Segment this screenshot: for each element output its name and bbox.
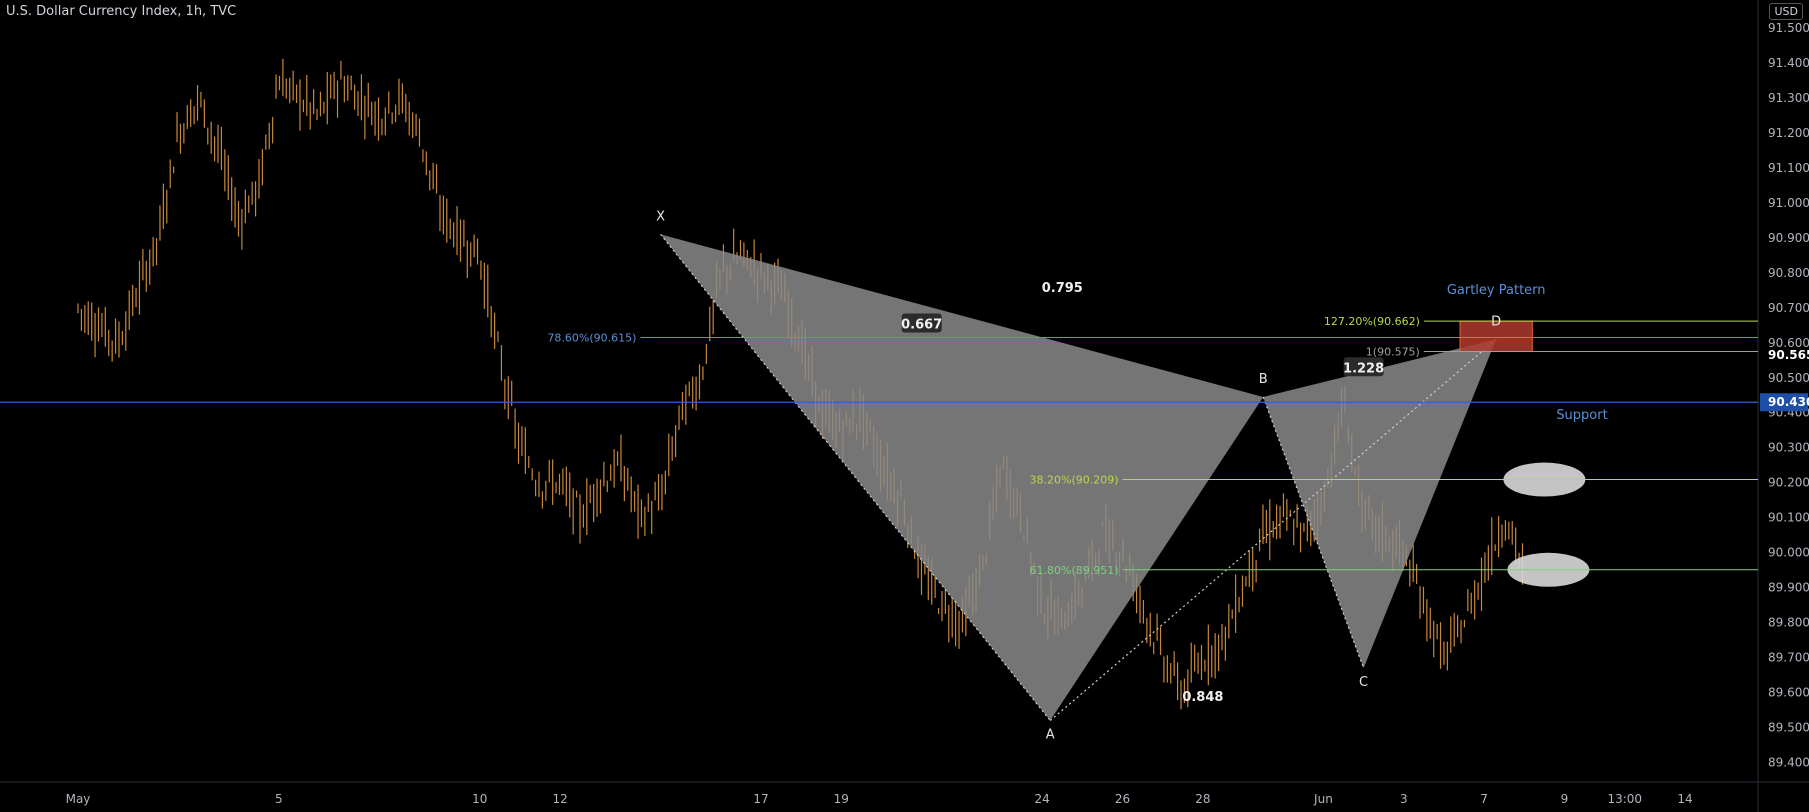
- currency-badge[interactable]: USD: [1769, 3, 1803, 20]
- time-tick-label: 9: [1561, 792, 1569, 806]
- price-tick-label: 91.200: [1768, 126, 1809, 140]
- price-tick-label: 90.900: [1768, 231, 1809, 245]
- point-label-b: B: [1259, 372, 1268, 387]
- time-tick-label: 24: [1035, 792, 1050, 806]
- price-tick-label: 89.600: [1768, 686, 1809, 700]
- time-tick-label: May: [66, 792, 91, 806]
- point-label-d: D: [1491, 314, 1501, 329]
- fib-level-label: 61.80%(89.951): [1030, 564, 1119, 577]
- ratio-label: 1.228: [1343, 361, 1384, 376]
- time-tick-label: 14: [1677, 792, 1692, 806]
- price-tick-label: 89.800: [1768, 616, 1809, 630]
- price-tick-label: 91.300: [1768, 91, 1809, 105]
- time-tick-label: 3: [1400, 792, 1408, 806]
- price-tick-label: 89.900: [1768, 581, 1809, 595]
- fib-level-label: 127.20%(90.662): [1324, 315, 1420, 328]
- point-label-x: X: [656, 209, 665, 224]
- price-tick-label: 90.000: [1768, 546, 1809, 560]
- price-tick-label: 90.200: [1768, 476, 1809, 490]
- time-tick-label: Jun: [1313, 792, 1333, 806]
- time-tick-label: 13:00: [1607, 792, 1642, 806]
- ratio-label: 0.667: [901, 318, 942, 333]
- price-tick-label: 91.100: [1768, 161, 1809, 175]
- price-tick-label: 89.500: [1768, 721, 1809, 735]
- time-tick-label: 17: [753, 792, 768, 806]
- ratio-label: 0.795: [1042, 281, 1083, 296]
- price-tick-label: 91.400: [1768, 56, 1809, 70]
- bcd-triangle: [1263, 339, 1497, 669]
- price-tick-label: 90.800: [1768, 266, 1809, 280]
- price-tick-label: 89.700: [1768, 651, 1809, 665]
- chart-title: U.S. Dollar Currency Index, 1h, TVC: [6, 4, 237, 19]
- time-tick-label: 7: [1480, 792, 1488, 806]
- gartley-pattern: [660, 233, 1590, 721]
- time-tick-label: 10: [472, 792, 487, 806]
- fib-level-label: 38.20%(90.209): [1030, 474, 1119, 487]
- time-axis: May 5 10 12 17 19 24 26 28 Jun 3 7 9 13:00 14: [66, 792, 1693, 806]
- point-label-c: C: [1359, 675, 1368, 690]
- price-tick-label: 89.400: [1768, 756, 1809, 770]
- price-tick-label: 90.100: [1768, 511, 1809, 525]
- point-label-a: A: [1046, 728, 1055, 743]
- xab-triangle: [660, 234, 1264, 721]
- time-tick-label: 26: [1115, 792, 1130, 806]
- time-tick-label: 5: [275, 792, 283, 806]
- price-tag: 90.565: [1768, 348, 1809, 362]
- fib-level-label: 1(90.575): [1366, 346, 1420, 359]
- price-chart[interactable]: Support 127.20%(90.662) 1(90.575) 78.60%(90…: [0, 0, 1809, 812]
- price-tick-label: 91.000: [1768, 196, 1809, 210]
- time-tick-label: 12: [552, 792, 567, 806]
- price-tick-label: 90.300: [1768, 441, 1809, 455]
- pattern-name: Gartley Pattern: [1447, 283, 1546, 298]
- price-tick-label: 91.500: [1768, 21, 1809, 35]
- fib-level-label: 78.60%(90.615): [547, 332, 636, 345]
- price-tick-label: 90.700: [1768, 301, 1809, 315]
- ratio-label: 0.848: [1182, 690, 1223, 705]
- time-tick-label: 19: [834, 792, 849, 806]
- price-axis: 91.500 91.400 91.300 91.200 91.100 91.000 90.9…: [1760, 21, 1809, 770]
- support-label: Support: [1556, 408, 1607, 423]
- price-tag: 90.430: [1768, 395, 1809, 409]
- price-tick-label: 90.500: [1768, 371, 1809, 385]
- time-tick-label: 28: [1195, 792, 1210, 806]
